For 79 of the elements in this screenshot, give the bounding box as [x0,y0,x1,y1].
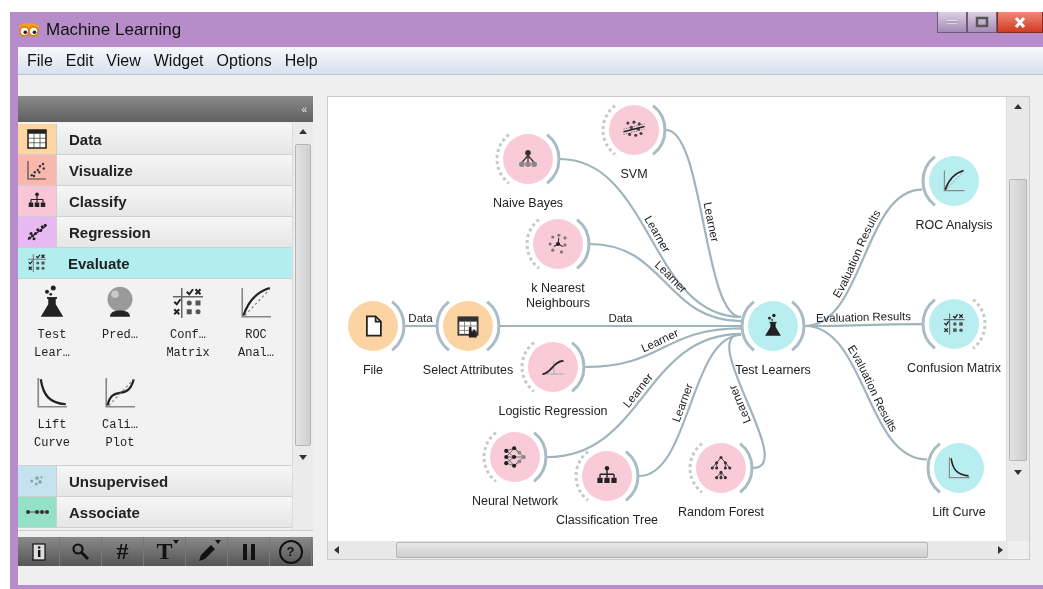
widget-node[interactable] [921,155,979,207]
node-label: Neural Network [471,494,559,509]
trees-icon [710,455,732,480]
node-label: Naive Bayes [492,196,564,211]
close-icon [1012,15,1028,29]
node-label: Select Attributes [422,363,514,378]
node-label: k Nearest Neighbours [526,281,590,311]
menu-item[interactable]: Options [211,51,280,70]
hierarchy-icon [519,150,537,168]
minimize-icon [946,20,958,24]
widget-node[interactable] [601,104,667,156]
node-label: File [362,363,384,378]
node-label: ROC Analysis [915,218,993,233]
widget-tile[interactable]: Pred… [86,283,154,373]
menu-item[interactable]: Edit [60,51,102,70]
category-tab[interactable]: Classify [18,186,293,217]
node-label: Confusion Matrix [907,361,1001,376]
menu-item[interactable]: File [22,51,61,70]
scrollbar[interactable] [328,541,1008,559]
tree-icon [597,465,617,483]
matrix-icon [25,251,49,275]
decay-curve-icon [949,457,970,478]
node-label: Classification Tree [555,513,659,528]
curve-chart-icon [944,170,965,191]
category-tab[interactable]: Unsupervised [18,466,293,497]
node-label: Random Forest [677,505,765,520]
menu-item[interactable]: Widget [148,51,212,70]
widget-tile[interactable]: Conf… Matrix [154,283,222,373]
glasses-icon [18,22,40,37]
node-label: Lift Curve [932,505,986,520]
window-title: Machine Learning [46,19,182,40]
sigmoid-curve-icon [542,360,564,375]
widget-node[interactable] [926,442,984,494]
widget-tile[interactable]: ROC Anal… [222,283,290,373]
category-tab[interactable]: Data [18,124,293,155]
node-label: Test Learners [735,363,811,378]
link-label: Data [608,312,633,324]
widget-node[interactable] [921,298,987,350]
dots-icon [548,233,567,254]
close-button[interactable] [997,12,1043,33]
node-label: Logistic Regression [498,404,608,419]
menu-item[interactable]: Help [279,51,326,70]
matrix-icon [943,313,965,335]
widget-node[interactable] [574,450,640,502]
widget-tile[interactable]: Test Lear… [18,283,86,373]
widget-node[interactable] [520,341,586,393]
link-label: Data [408,312,433,324]
widget-node[interactable] [740,300,806,352]
widget-node[interactable] [482,431,548,483]
category-tab[interactable]: Associate [18,497,293,528]
scrollbar[interactable] [1006,97,1029,541]
link-label: Evaluation Results [815,310,912,324]
scatter-plot-icon [25,158,49,182]
scatter-line-icon [623,120,645,137]
menu-item[interactable]: View [101,51,149,70]
maximize-button[interactable] [967,12,997,33]
tool-button[interactable]: T [144,537,186,566]
table-pointer-icon [458,317,478,338]
maximize-icon [974,15,990,29]
minimize-button[interactable] [937,12,967,33]
help-button[interactable]: ? [270,537,312,566]
node-label: SVM [620,167,648,182]
dots-icon [25,509,49,515]
search-icon [69,540,92,563]
file-icon [366,316,381,336]
widget-tile[interactable]: Cali… Plot [86,373,154,463]
category-tab[interactable]: Visualize [18,155,293,186]
table-icon [25,127,49,151]
category-tab[interactable]: Regression [18,217,293,248]
widget-node[interactable] [495,133,561,185]
widget-node[interactable] [688,442,754,494]
flask-icon [765,313,781,336]
tool-button[interactable]: # [102,537,144,566]
widget-tile[interactable]: Lift Curve [18,373,86,463]
neural-network-icon [504,446,526,468]
collapse-button[interactable]: « [301,103,307,115]
scrollbar[interactable] [292,122,313,530]
widget-node[interactable] [525,218,591,270]
category-tab[interactable]: Evaluate [18,248,293,279]
